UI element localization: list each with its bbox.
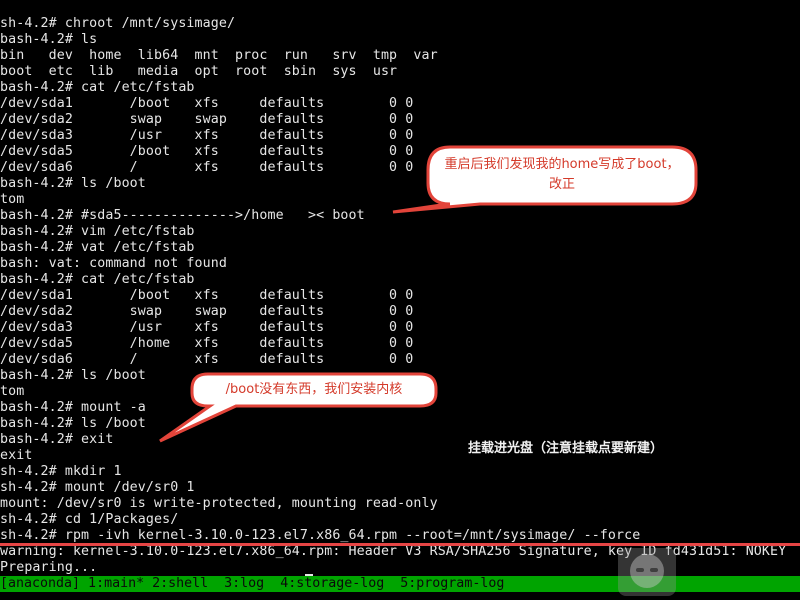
terminal-line: bash-4.2# exit bbox=[0, 432, 114, 447]
terminal-line: bash-4.2# cat /etc/fstab bbox=[0, 80, 195, 95]
terminal-line: /dev/sda1 /boot xfs defaults 0 0 bbox=[0, 96, 414, 111]
tmux-status-bar[interactable]: [anaconda] 1:main* 2:shell 3:log 4:stora… bbox=[0, 576, 800, 592]
terminal-line: /dev/sda5 /boot xfs defaults 0 0 bbox=[0, 144, 414, 159]
terminal-line: /dev/sda3 /usr xfs defaults 0 0 bbox=[0, 128, 414, 143]
callout-text-2: /boot没有东西，我们安装内核 bbox=[225, 382, 403, 397]
terminal-line: tom bbox=[0, 192, 25, 207]
pane-divider bbox=[0, 543, 800, 546]
terminal-line: mount: /dev/sr0 is write-protected, moun… bbox=[0, 496, 438, 511]
terminal-line: /dev/sda6 / xfs defaults 0 0 bbox=[0, 160, 414, 175]
terminal-line: bash-4.2# ls /boot bbox=[0, 176, 146, 191]
mount-note: 挂载进光盘（注意挂载点要新建） bbox=[468, 441, 664, 456]
terminal-line: bin dev home lib64 mnt proc run srv tmp … bbox=[0, 48, 438, 63]
terminal-line: bash: vat: command not found bbox=[0, 256, 227, 271]
terminal-line: sh-4.2# mkdir 1 bbox=[0, 464, 122, 479]
terminal-line: /dev/sda6 / xfs defaults 0 0 bbox=[0, 352, 414, 367]
terminal-line: Preparing... bbox=[0, 560, 98, 575]
terminal-line: bash-4.2# ls bbox=[0, 32, 98, 47]
terminal-line: bash-4.2# #sda5-------------->/home >< b… bbox=[0, 208, 365, 223]
terminal-output[interactable]: sh-4.2# chroot /mnt/sysimage/bash-4.2# l… bbox=[0, 0, 800, 575]
terminal-line: tom bbox=[0, 384, 25, 399]
terminal-line: bash-4.2# vat /etc/fstab bbox=[0, 240, 195, 255]
watermark-logo bbox=[618, 548, 676, 596]
terminal-line: /dev/sda2 swap swap defaults 0 0 bbox=[0, 304, 414, 319]
watermark-face-icon bbox=[630, 554, 664, 588]
terminal-line: exit bbox=[0, 448, 33, 463]
terminal-line: /dev/sda2 swap swap defaults 0 0 bbox=[0, 112, 414, 127]
callout-text-1: 重启后我们发现我的home写成了boot，改正 bbox=[444, 157, 680, 192]
terminal-line: sh-4.2# mount /dev/sr0 1 bbox=[0, 480, 195, 495]
terminal-line: /dev/sda3 /usr xfs defaults 0 0 bbox=[0, 320, 414, 335]
terminal-line: sh-4.2# cd 1/Packages/ bbox=[0, 512, 179, 527]
terminal-line: boot etc lib media opt root sbin sys usr bbox=[0, 64, 398, 79]
terminal-line: sh-4.2# rpm -ivh kernel-3.10.0-123.el7.x… bbox=[0, 528, 641, 543]
terminal-line: bash-4.2# ls /boot bbox=[0, 368, 146, 383]
terminal-line: bash-4.2# ls /boot bbox=[0, 416, 146, 431]
terminal-line: bash-4.2# mount -a bbox=[0, 400, 146, 415]
terminal-line: /dev/sda1 /boot xfs defaults 0 0 bbox=[0, 288, 414, 303]
terminal-line: /dev/sda5 /home xfs defaults 0 0 bbox=[0, 336, 414, 351]
terminal-line: bash-4.2# cat /etc/fstab bbox=[0, 272, 195, 287]
terminal-line: sh-4.2# chroot /mnt/sysimage/ bbox=[0, 16, 236, 31]
terminal-line: bash-4.2# vim /etc/fstab bbox=[0, 224, 195, 239]
